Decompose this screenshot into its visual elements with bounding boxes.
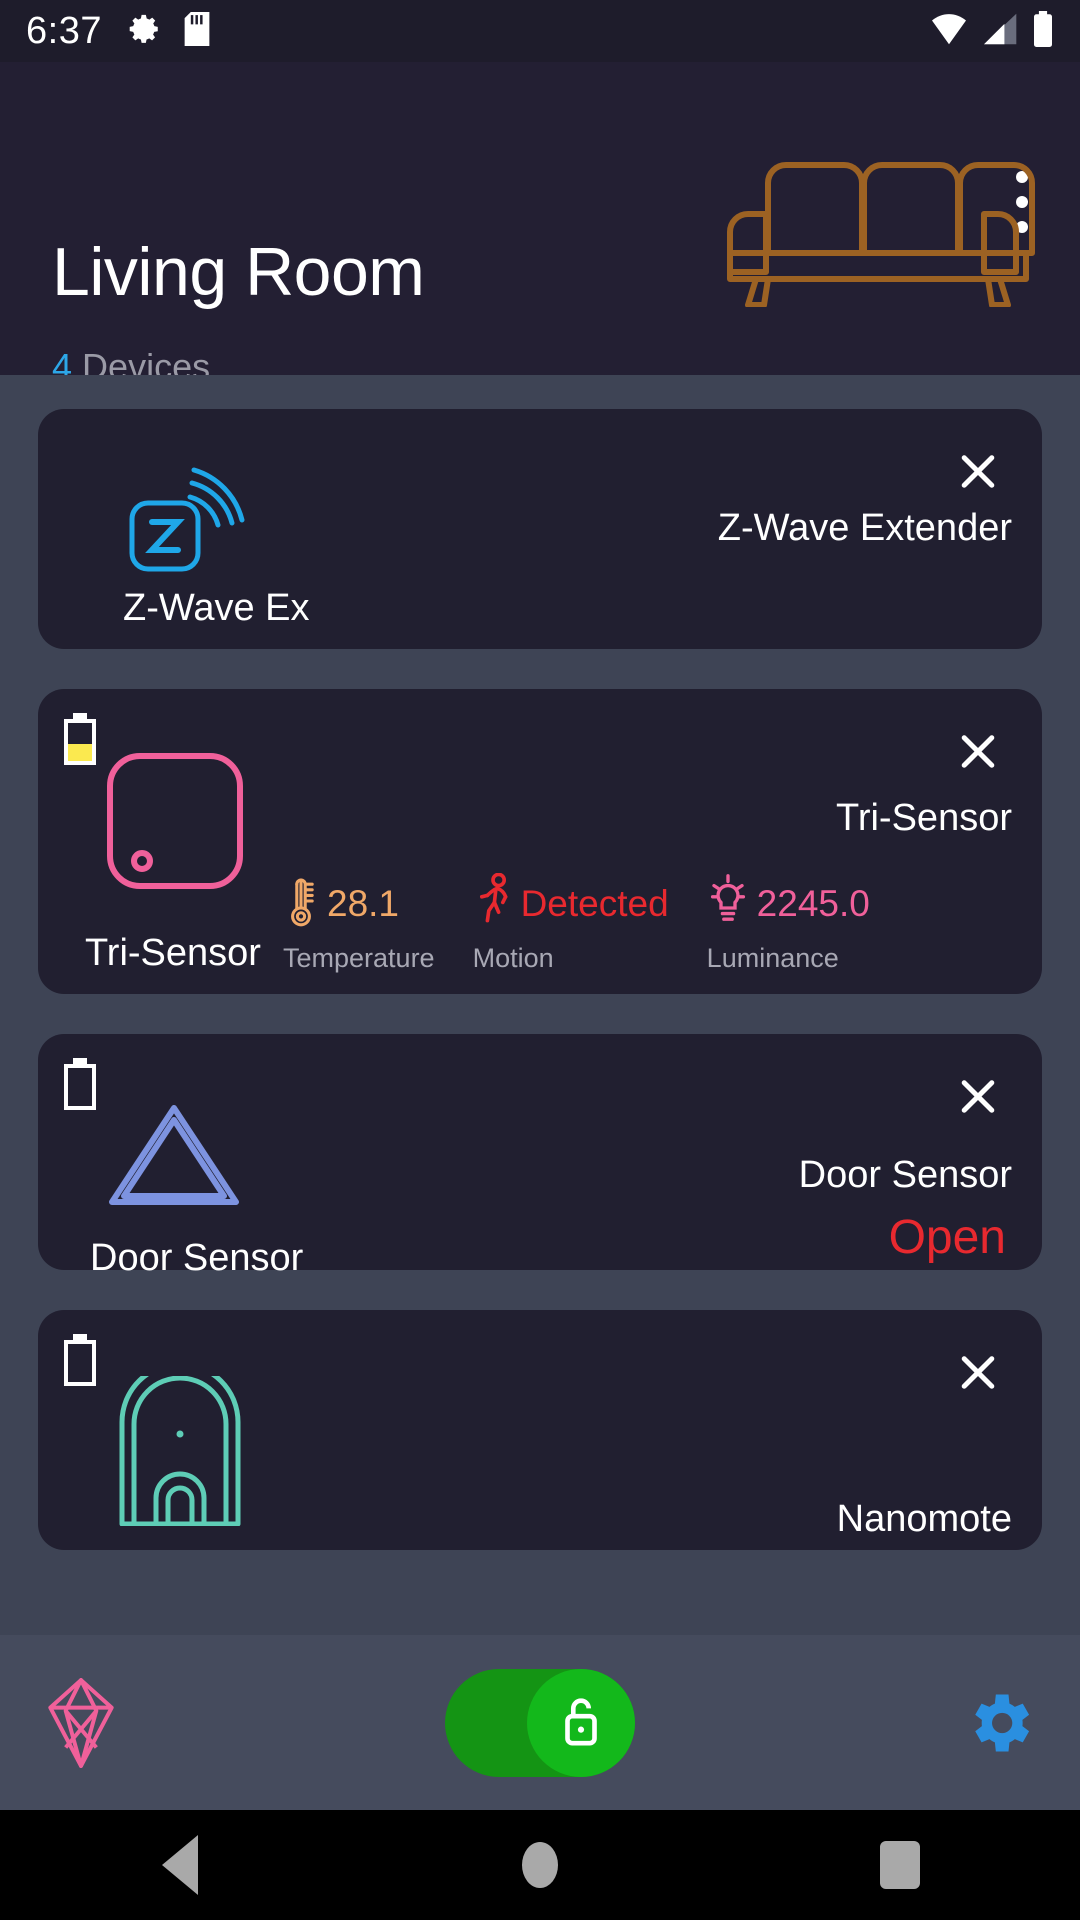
sensor-value: Detected [520,882,669,924]
sensor-value: 28.1 [327,882,400,924]
battery-body [64,1064,96,1110]
app-screen: 6:37 Living Room 4 Devices Z-Wave Ex Z-W… [0,0,1080,1920]
battery-indicator [64,713,96,765]
sensor-value: 2245.0 [756,882,870,924]
device-card-label: Tri-Sensor [85,932,261,974]
z-wave-icon [128,467,246,578]
device-count: 4 Devices [52,346,211,376]
battery-fill [68,743,92,761]
android-nav-bar [0,1810,1080,1920]
tri-sensor-icon [105,751,245,896]
lightbulb-icon [707,873,749,934]
cellular-signal-icon [982,12,1020,51]
recents-square-icon[interactable] [840,1810,960,1920]
status-bar-left-icons [128,11,210,51]
status-bar-right-icons [928,10,1054,52]
home-circle-icon[interactable] [480,1810,600,1920]
gear-icon [128,12,162,51]
sd-card-icon [184,11,210,51]
device-card-zwave-extender[interactable]: Z-Wave Ex Z-Wave Extender [38,409,1042,649]
device-count-value: 4 [52,346,73,376]
device-card-title: Door Sensor [798,1154,1012,1196]
sensor-luminance: 2245.0 Luminance [706,873,870,973]
sensor-label: Luminance [706,943,839,973]
page-title: Living Room [52,234,425,310]
android-status-bar: 6:37 [0,0,1080,62]
motion-person-icon [473,872,513,934]
bottom-action-bar [0,1635,1080,1810]
sensor-label: Motion [472,943,554,973]
device-count-label: Devices [82,346,211,376]
battery-body [64,719,96,765]
nanomote-icon [116,1361,244,1531]
device-card-title: Z-Wave Extender [717,507,1012,549]
battery-icon [1032,10,1054,52]
device-card-title: Nanomote [836,1498,1012,1540]
sensor-temperature: 28.1 Temperature [283,877,435,972]
sensor-readings: 28.1 Temperature Detected Motion 2245.0 … [283,872,870,973]
device-card-door-sensor[interactable]: Door Sensor Door Sensor Open [38,1034,1042,1277]
device-card-label: Door Sensor [90,1237,304,1279]
close-icon[interactable] [942,435,1014,507]
thermometer-icon [283,873,319,934]
room-header: Living Room 4 Devices [0,62,1080,375]
battery-indicator [64,1058,96,1110]
sensor-motion: Detected Motion [472,872,669,973]
battery-body [64,1340,96,1386]
device-list[interactable]: Z-Wave Ex Z-Wave Extender Tri-Sensor Tri… [0,375,1080,1635]
toggle-knob[interactable] [527,1668,635,1777]
back-triangle-icon[interactable] [120,1810,240,1920]
device-card-nanomote[interactable]: Nanomote [38,1310,1042,1550]
crystal-gem-icon[interactable] [38,1677,124,1768]
close-icon[interactable] [942,715,1014,787]
status-badge: Open [888,1211,1006,1264]
triangle-icon [104,1100,244,1215]
wifi-icon [928,12,970,51]
sensor-label: Temperature [283,943,435,973]
unlock-icon [559,1693,603,1752]
close-icon[interactable] [942,1336,1014,1408]
device-card-title: Tri-Sensor [836,797,1012,839]
battery-indicator [64,1334,96,1386]
close-icon[interactable] [942,1060,1014,1132]
status-bar-clock: 6:37 [26,9,102,52]
device-card-tri-sensor[interactable]: Tri-Sensor Tri-Sensor 28.1 Temperature D… [38,689,1042,994]
device-card-label: Z-Wave Ex [123,587,310,629]
gear-icon[interactable] [956,1680,1042,1766]
lock-toggle[interactable] [445,1668,635,1777]
couch-icon [712,117,1042,312]
